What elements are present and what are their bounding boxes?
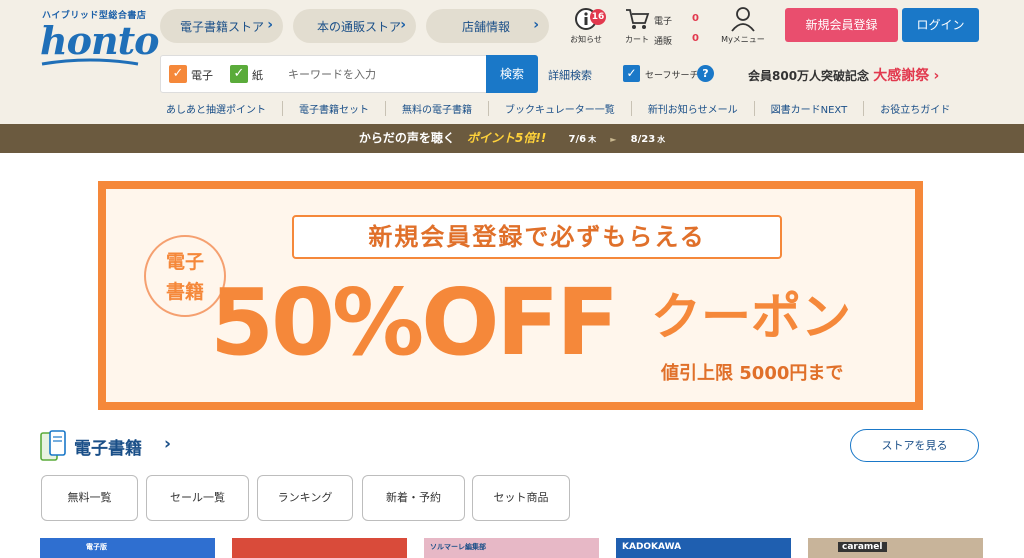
- hero-limit: 値引上限 5000円まで: [661, 363, 844, 384]
- arrow-right-icon: ►: [610, 135, 617, 144]
- sublink-book-card[interactable]: 図書カードNEXT: [753, 101, 864, 116]
- campaign-highlight: ポイント5倍!!: [467, 131, 547, 145]
- notice-count-badge: 16: [590, 9, 606, 25]
- campaign-strip[interactable]: からだの声を聴く ポイント5倍!! 7/6 木 ► 8/23 水: [0, 124, 1024, 153]
- sub-navigation: あしあと抽選ポイント 電子書籍セット 無料の電子書籍 ブックキュレーター一覧 新…: [150, 101, 966, 116]
- campaign-text: からだの声を聴く: [358, 131, 455, 145]
- cart-label: カート: [625, 35, 649, 44]
- chevron-right-icon: ›: [933, 68, 940, 84]
- sublink-footprint[interactable]: あしあと抽選ポイント: [150, 101, 282, 116]
- campaign-day-from: 木: [588, 135, 597, 144]
- mymenu-label: Myメニュー: [721, 35, 765, 44]
- search-button[interactable]: 検索: [486, 55, 538, 93]
- store-button[interactable]: ストアを見る: [850, 429, 979, 462]
- user-icon: [731, 7, 755, 32]
- notice-label: お知らせ: [570, 35, 602, 44]
- nav-ebook-store-label: 電子書籍ストア: [180, 19, 265, 34]
- nav-shop-info[interactable]: 店舗情報 ›: [426, 9, 549, 43]
- chevron-right-icon: ›: [267, 17, 273, 33]
- paper-checkbox-label: 紙: [252, 69, 263, 82]
- book-thumbnail[interactable]: caramel: [808, 538, 983, 558]
- sublink-new-release-mail[interactable]: 新刊お知らせメール: [630, 101, 754, 116]
- search-input[interactable]: [278, 56, 484, 92]
- promo-link[interactable]: 会員800万人突破記念 大感謝祭 ›: [748, 65, 939, 85]
- book-thumbnail-label: KADOKAWA: [622, 542, 682, 552]
- mymenu-button[interactable]: Myメニュー: [718, 6, 768, 48]
- campaign-date-to: 8/23: [630, 134, 656, 145]
- safe-search-checkbox[interactable]: ✓: [623, 65, 640, 82]
- ebook-checkbox[interactable]: ✓: [169, 65, 187, 83]
- hero-coupon: クーポン: [651, 288, 851, 346]
- section-title[interactable]: 電子書籍: [74, 434, 142, 459]
- campaign-day-to: 水: [657, 135, 666, 144]
- nav-print-store-label: 本の通販ストア: [317, 19, 402, 34]
- login-button[interactable]: ログイン: [902, 8, 979, 42]
- cart-print-count: 0: [692, 33, 699, 44]
- book-thumbnails: 電子版 ソルマーレ編集部 KADOKAWA caramel: [0, 538, 1024, 558]
- chevron-right-icon: ›: [533, 17, 539, 33]
- book-thumbnail[interactable]: [232, 538, 407, 558]
- tab-sets[interactable]: セット商品: [472, 475, 570, 521]
- book-thumbnail-label: 電子版: [86, 543, 107, 551]
- nav-ebook-store[interactable]: 電子書籍ストア ›: [160, 9, 283, 43]
- nav-print-store[interactable]: 本の通販ストア ›: [293, 9, 416, 43]
- hero-ribbon: 新規会員登録で必ずもらえる: [292, 215, 782, 259]
- promo-prefix: 会員800万人突破記念: [748, 69, 870, 83]
- sublink-curators[interactable]: ブックキュレーター一覧: [488, 101, 631, 116]
- cart-print-label: 通販: [654, 37, 673, 47]
- ebook-checkbox-label: 電子: [191, 69, 213, 82]
- campaign-date-from: 7/6: [568, 134, 587, 145]
- hero-discount: 50%OFF: [210, 269, 619, 376]
- cart-ebook-count: 0: [692, 13, 699, 24]
- book-thumbnail[interactable]: KADOKAWA: [616, 538, 791, 558]
- register-button[interactable]: 新規会員登録: [785, 8, 898, 42]
- nav-shop-info-label: 店舗情報: [462, 19, 511, 34]
- help-icon[interactable]: ?: [697, 65, 714, 82]
- tab-new[interactable]: 新着・予約: [362, 475, 465, 521]
- chevron-right-icon: ›: [400, 17, 406, 33]
- chevron-right-icon[interactable]: ›: [164, 434, 171, 454]
- cart-icon: [626, 9, 650, 29]
- logo-swoosh-icon: [41, 58, 139, 66]
- sublink-free-ebooks[interactable]: 無料の電子書籍: [385, 101, 488, 116]
- paper-checkbox[interactable]: ✓: [230, 65, 248, 83]
- sublink-ebook-set[interactable]: 電子書籍セット: [282, 101, 385, 116]
- book-thumbnail-label: caramel: [838, 542, 887, 552]
- tab-free[interactable]: 無料一覧: [41, 475, 138, 521]
- hero-inner: 新規会員登録で必ずもらえる 電子 書籍 50%OFF クーポン 値引上限 500…: [106, 189, 915, 402]
- tab-ranking[interactable]: ランキング: [257, 475, 353, 521]
- site-header: ハイブリッド型総合書店 honto 電子書籍ストア › 本の通販ストア › 店舗…: [0, 0, 1024, 124]
- advanced-search-link[interactable]: 詳細検索: [548, 67, 592, 83]
- honto-logo[interactable]: honto: [40, 18, 159, 63]
- cart-ebook-label: 電子: [654, 17, 673, 27]
- tab-sale[interactable]: セール一覧: [146, 475, 249, 521]
- book-thumbnail[interactable]: ソルマーレ編集部: [424, 538, 599, 558]
- book-thumbnail[interactable]: 電子版: [40, 538, 215, 558]
- safe-search-label: セーフサーチ: [645, 71, 699, 81]
- promo-highlight: 大感謝祭: [873, 68, 930, 84]
- sublink-guide[interactable]: お役立ちガイド: [863, 101, 966, 116]
- hero-banner[interactable]: 新規会員登録で必ずもらえる 電子 書籍 50%OFF クーポン 値引上限 500…: [98, 181, 923, 410]
- ebook-device-icon: [40, 430, 66, 461]
- book-thumbnail-label: ソルマーレ編集部: [430, 543, 486, 551]
- cart-button[interactable]: カート: [620, 7, 654, 47]
